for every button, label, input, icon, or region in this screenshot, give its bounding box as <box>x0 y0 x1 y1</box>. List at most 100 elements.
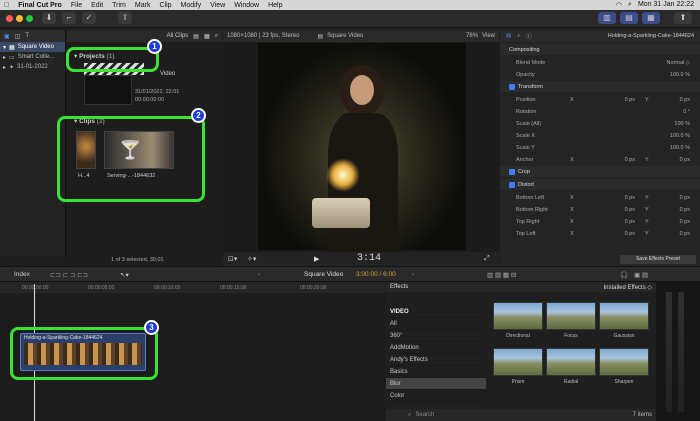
x-value[interactable]: 0 px <box>595 207 635 213</box>
installed-effects-dropdown[interactable]: Installed Effects ◇ <box>603 284 652 291</box>
x-value[interactable]: 0 px <box>595 231 635 237</box>
y-value[interactable]: 0 px <box>650 231 690 237</box>
y-value[interactable]: 0 px <box>650 157 690 163</box>
photos-tab-icon[interactable]: ◫ <box>15 33 21 40</box>
library-item-smart-collections[interactable]: ▸ ▭ Smart Colle... <box>0 52 65 62</box>
effect-thumbnail-sharpen[interactable] <box>599 348 649 376</box>
inspector-row-bottom-right[interactable]: Bottom Right X 0 px Y 0 px <box>500 204 700 215</box>
apple-icon[interactable]:  <box>4 2 9 9</box>
transform-tool-icon[interactable]: ⊡▾ <box>228 255 237 263</box>
video-inspector-icon[interactable]: ▤ <box>506 33 511 39</box>
inspector-row-crop[interactable]: Crop <box>500 166 700 177</box>
library-item-event[interactable]: ▸ ✦ 31-01-2022 <box>0 62 65 72</box>
enhance-wand-icon[interactable]: ✧▾ <box>247 255 256 263</box>
inspector-row-position[interactable]: Position X 0 px Y 0 px <box>500 94 700 105</box>
effect-thumbnail-focus[interactable] <box>546 302 596 330</box>
background-tasks-icon[interactable]: ✓ <box>82 12 96 24</box>
menu-mark[interactable]: Mark <box>135 2 151 9</box>
menu-edit[interactable]: Edit <box>91 2 103 9</box>
category-360[interactable]: 360° <box>386 330 486 342</box>
timeline-ruler[interactable]: 00:00:00:00 00:00:05:00 00:00:10:00 00:0… <box>0 282 385 293</box>
clip-filter-dropdown[interactable]: All Clips <box>167 33 189 39</box>
triangle-right-icon[interactable]: ▸ <box>3 54 6 61</box>
effect-thumbnail-prism[interactable] <box>493 348 543 376</box>
inspector-row-rotation[interactable]: Rotation 0 ° <box>500 106 700 117</box>
menu-trim[interactable]: Trim <box>112 2 126 9</box>
filmstrip-icon[interactable]: ▦ <box>204 33 210 40</box>
share-icon[interactable]: ⇪ <box>118 12 132 24</box>
library-item-square-video[interactable]: ▾ ▦ Square Video <box>0 42 65 52</box>
keyword-icon[interactable]: ⌐ <box>62 12 76 24</box>
enable-checkbox[interactable] <box>509 168 515 175</box>
y-value[interactable]: 0 px <box>650 195 690 201</box>
menu-modify[interactable]: Modify <box>181 2 202 9</box>
connect-clip-icon[interactable]: ⊏⊐ ⊏ ⊐ ⊏⊐ <box>50 271 88 279</box>
inspector-row-transform[interactable]: Transform <box>500 81 700 92</box>
inspector-row-value[interactable]: 100.0 % <box>650 72 690 78</box>
inspector-row-top-left[interactable]: Top Left X 0 px Y 0 px <box>500 228 700 239</box>
fullscreen-icon[interactable]: ⤢ <box>484 255 490 263</box>
zoom-window-icon[interactable] <box>26 15 33 22</box>
menu-file[interactable]: File <box>71 2 82 9</box>
category-color[interactable]: Color <box>386 390 486 402</box>
enable-checkbox[interactable] <box>509 181 515 188</box>
menu-app-name[interactable]: Final Cut Pro <box>18 2 62 9</box>
wifi-icon[interactable]: ◠ <box>616 1 622 9</box>
x-value[interactable]: 0 px <box>595 219 635 225</box>
inspector-row-scale-all-[interactable]: Scale (All) 100 % <box>500 118 700 129</box>
menu-window[interactable]: Window <box>234 2 259 9</box>
inspector-row-distort[interactable]: Distort <box>500 179 700 190</box>
y-value[interactable]: 0 px <box>650 207 690 213</box>
play-button-icon[interactable]: ▶ <box>314 255 319 263</box>
audio-inspector-icon[interactable]: ♪ <box>517 33 520 39</box>
x-value[interactable]: 0 px <box>595 157 635 163</box>
effect-thumbnail-gaussian[interactable] <box>599 302 649 330</box>
menubar-clock[interactable]: Mon 31 Jan 22:22 <box>638 1 694 9</box>
inspector-row-value[interactable]: 100.0 % <box>650 133 690 139</box>
select-tool-icon[interactable]: ↖▾ <box>120 271 129 279</box>
inspector-row-anchor[interactable]: Anchor X 0 px Y 0 px <box>500 154 700 165</box>
layout-timeline-icon[interactable]: ▤ <box>620 12 638 24</box>
timeline-view-icons[interactable]: ▥ ▤ ▦ ⊟ <box>487 271 516 279</box>
inspector-row-value[interactable]: 100.0 % <box>650 145 690 151</box>
video-frame[interactable] <box>258 43 466 253</box>
index-button[interactable]: Index <box>14 271 30 278</box>
category-basics[interactable]: Basics <box>386 366 486 378</box>
inspector-row-blend-mode[interactable]: Blend Mode Normal ◇ <box>500 57 700 68</box>
libraries-tab-icon[interactable]: ▣ <box>4 33 10 40</box>
triangle-down-icon[interactable]: ▾ <box>3 44 6 51</box>
menu-view[interactable]: View <box>210 2 225 9</box>
category-all[interactable]: All <box>386 318 486 330</box>
inspector-row-scale-x[interactable]: Scale X 100.0 % <box>500 130 700 141</box>
timeline-project-name[interactable]: Square Video <box>304 271 343 278</box>
x-value[interactable]: 0 px <box>595 97 635 103</box>
inspector-row-bottom-left[interactable]: Bottom Left X 0 px Y 0 px <box>500 192 700 203</box>
zoom-dropdown[interactable]: 78% <box>466 33 478 39</box>
y-value[interactable]: 0 px <box>650 219 690 225</box>
titles-tab-icon[interactable]: T <box>25 33 29 39</box>
effect-thumbnail-directional[interactable] <box>493 302 543 330</box>
menu-clip[interactable]: Clip <box>159 2 171 9</box>
effects-browser-toggle-icon[interactable]: ▣ ▤ <box>634 271 648 279</box>
layout-browser-icon[interactable]: ▥ <box>598 12 616 24</box>
effects-search-input[interactable]: Search <box>415 412 434 418</box>
category-andys-effects[interactable]: Andy's Effects <box>386 354 486 366</box>
inspector-row-compositing[interactable]: Compositing <box>500 44 700 55</box>
x-value[interactable]: 0 px <box>595 195 635 201</box>
inspector-row-value[interactable]: 100 % <box>650 121 690 127</box>
audio-headphones-icon[interactable]: 🎧 <box>620 271 628 279</box>
view-dropdown[interactable]: View <box>482 33 495 39</box>
save-effects-preset-button[interactable]: Save Effects Preset <box>620 255 696 264</box>
category-addmotion[interactable]: AddMotion <box>386 342 486 354</box>
inspector-row-value[interactable]: 0 ° <box>650 109 690 115</box>
search-icon[interactable]: ⌕ <box>215 33 218 40</box>
menu-help[interactable]: Help <box>268 2 282 9</box>
info-inspector-icon[interactable]: ⓘ <box>526 32 532 40</box>
inspector-row-value[interactable]: Normal ◇ <box>650 60 690 66</box>
triangle-right-icon[interactable]: ▸ <box>3 64 6 71</box>
import-icon[interactable]: ⬇ <box>42 12 56 24</box>
history-forward-icon[interactable]: › <box>412 271 414 278</box>
y-value[interactable]: 0 px <box>650 97 690 103</box>
category-blur[interactable]: Blur <box>386 378 486 390</box>
clip-appearance-icon[interactable]: ▤ <box>193 33 199 40</box>
